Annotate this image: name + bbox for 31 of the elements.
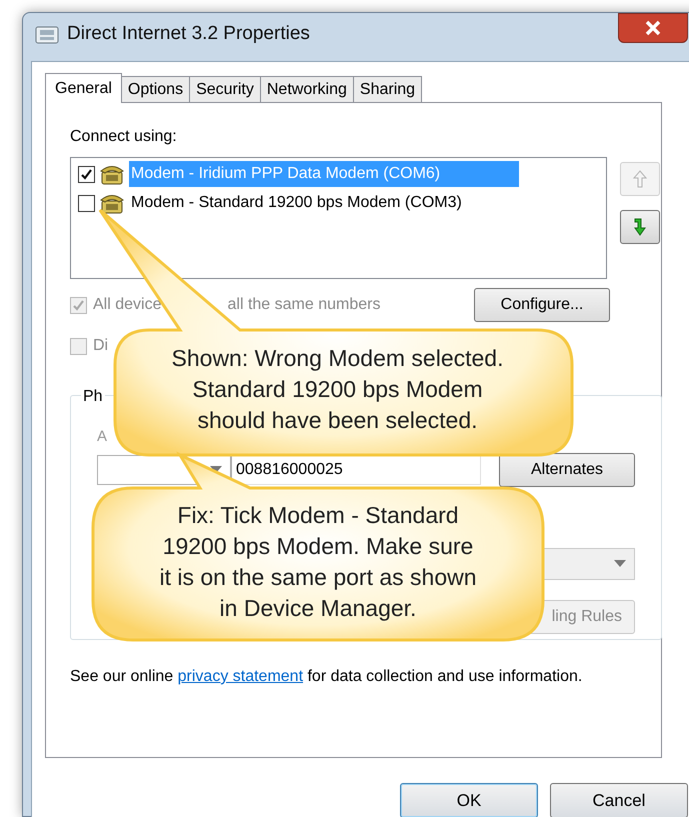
device-item[interactable]: Modem - Standard 19200 bps Modem (COM3) (129, 190, 519, 216)
tab[interactable]: Sharing (352, 76, 422, 102)
privacy-sentence: See our online privacy statement for data collection and use information. (70, 667, 584, 687)
option-label: Di (93, 336, 108, 356)
area-code-label: A (97, 427, 108, 447)
configure-button[interactable]: Configure... (474, 288, 610, 322)
connect-using-label: Connect using: (70, 127, 178, 147)
move-down-button[interactable] (620, 210, 660, 244)
option-label: All device (93, 295, 162, 315)
arrow-up-icon (633, 170, 647, 188)
checkbox[interactable] (78, 166, 95, 182)
tab[interactable]: Security (189, 76, 261, 102)
window-title: Direct Internet 3.2 Properties (67, 22, 310, 46)
arrow-down-icon (633, 218, 647, 236)
close-button[interactable] (618, 13, 688, 43)
option-label: all the same numbers (227, 295, 380, 315)
checkbox[interactable] (78, 194, 95, 212)
tab[interactable]: Networking (260, 76, 354, 102)
cancel-button[interactable]: Cancel (550, 783, 688, 817)
callout-text: Fix: Tick Modem - Standard 19200 bps Modem. Make sure it is on the same port as shown in Device Manager. (159, 501, 477, 623)
phone-number-field[interactable]: 008816000025 (231, 454, 481, 484)
alternates-button[interactable]: Alternates (499, 452, 635, 486)
tab[interactable]: General (45, 73, 122, 103)
callout-text: Shown: Wrong Modem selected. Standard 19200 bps Modem should have been selected. (172, 344, 504, 435)
ok-button[interactable]: OK (400, 783, 538, 817)
close-icon (644, 20, 662, 36)
dropdown-arrow-icon (614, 560, 626, 567)
checkbox[interactable] (70, 338, 87, 354)
checkbox[interactable] (70, 296, 87, 314)
tab[interactable]: Options (120, 76, 190, 102)
privacy-link[interactable]: privacy statement (178, 668, 304, 685)
